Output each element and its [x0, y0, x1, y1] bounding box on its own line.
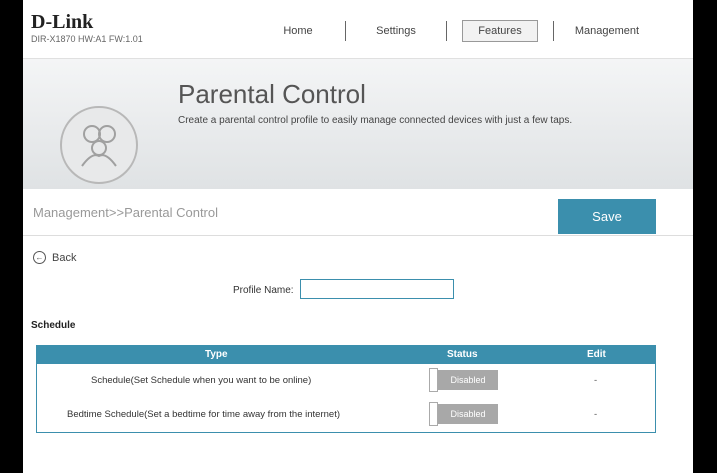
- schedule-type-label: Schedule(Set Schedule when you want to b…: [91, 375, 312, 386]
- page-banner: Parental Control Create a parental contr…: [23, 58, 693, 190]
- table-header: Type Status Edit: [37, 346, 655, 364]
- back-link[interactable]: ← Back: [33, 251, 76, 264]
- brand-name: D-Link: [31, 11, 94, 33]
- schedule-status-toggle[interactable]: Disabled: [429, 368, 501, 392]
- toggle-label: Disabled: [438, 370, 498, 390]
- nav-management[interactable]: Management: [568, 20, 646, 42]
- nav-divider: [345, 21, 346, 41]
- model-info: DIR-X1870 HW:A1 FW:1.01: [31, 34, 143, 44]
- page-description: Create a parental control profile to eas…: [178, 115, 573, 126]
- col-type: Type: [205, 349, 228, 360]
- toggle-knob: [429, 402, 438, 426]
- edit-button[interactable]: -: [594, 375, 597, 386]
- page-title: Parental Control: [178, 79, 366, 109]
- bedtime-status-toggle[interactable]: Disabled: [429, 402, 501, 426]
- schedule-section-title: Schedule: [31, 320, 76, 331]
- table-row: Bedtime Schedule(Set a bedtime for time …: [37, 398, 655, 432]
- back-arrow-icon: ←: [33, 251, 46, 264]
- profile-name-label: Profile Name:: [233, 285, 294, 296]
- profile-name-input[interactable]: [300, 279, 454, 299]
- back-label: Back: [52, 251, 77, 264]
- col-status: Status: [447, 349, 478, 360]
- toggle-knob: [429, 368, 438, 392]
- nav-divider: [446, 21, 447, 41]
- family-icon: [60, 106, 138, 184]
- nav-home[interactable]: Home: [263, 20, 333, 42]
- table-row: Schedule(Set Schedule when you want to b…: [37, 364, 655, 398]
- nav-divider: [553, 21, 554, 41]
- dlink-logo: D-Link DIR-X1870 HW:A1 FW:1.01: [31, 12, 143, 44]
- top-header: D-Link DIR-X1870 HW:A1 FW:1.01 Home Sett…: [23, 0, 693, 58]
- col-edit: Edit: [587, 349, 606, 360]
- router-admin-window: D-Link DIR-X1870 HW:A1 FW:1.01 Home Sett…: [23, 0, 693, 473]
- nav-settings[interactable]: Settings: [361, 20, 431, 42]
- toggle-label: Disabled: [438, 404, 498, 424]
- nav-features[interactable]: Features: [462, 20, 538, 42]
- edit-button[interactable]: -: [594, 409, 597, 420]
- breadcrumb-bar: Management>>Parental Control Save: [23, 189, 693, 236]
- breadcrumb: Management>>Parental Control: [33, 205, 219, 220]
- bedtime-type-label: Bedtime Schedule(Set a bedtime for time …: [67, 409, 340, 420]
- schedule-table: Type Status Edit Schedule(Set Schedule w…: [36, 345, 656, 433]
- save-button[interactable]: Save: [558, 199, 656, 234]
